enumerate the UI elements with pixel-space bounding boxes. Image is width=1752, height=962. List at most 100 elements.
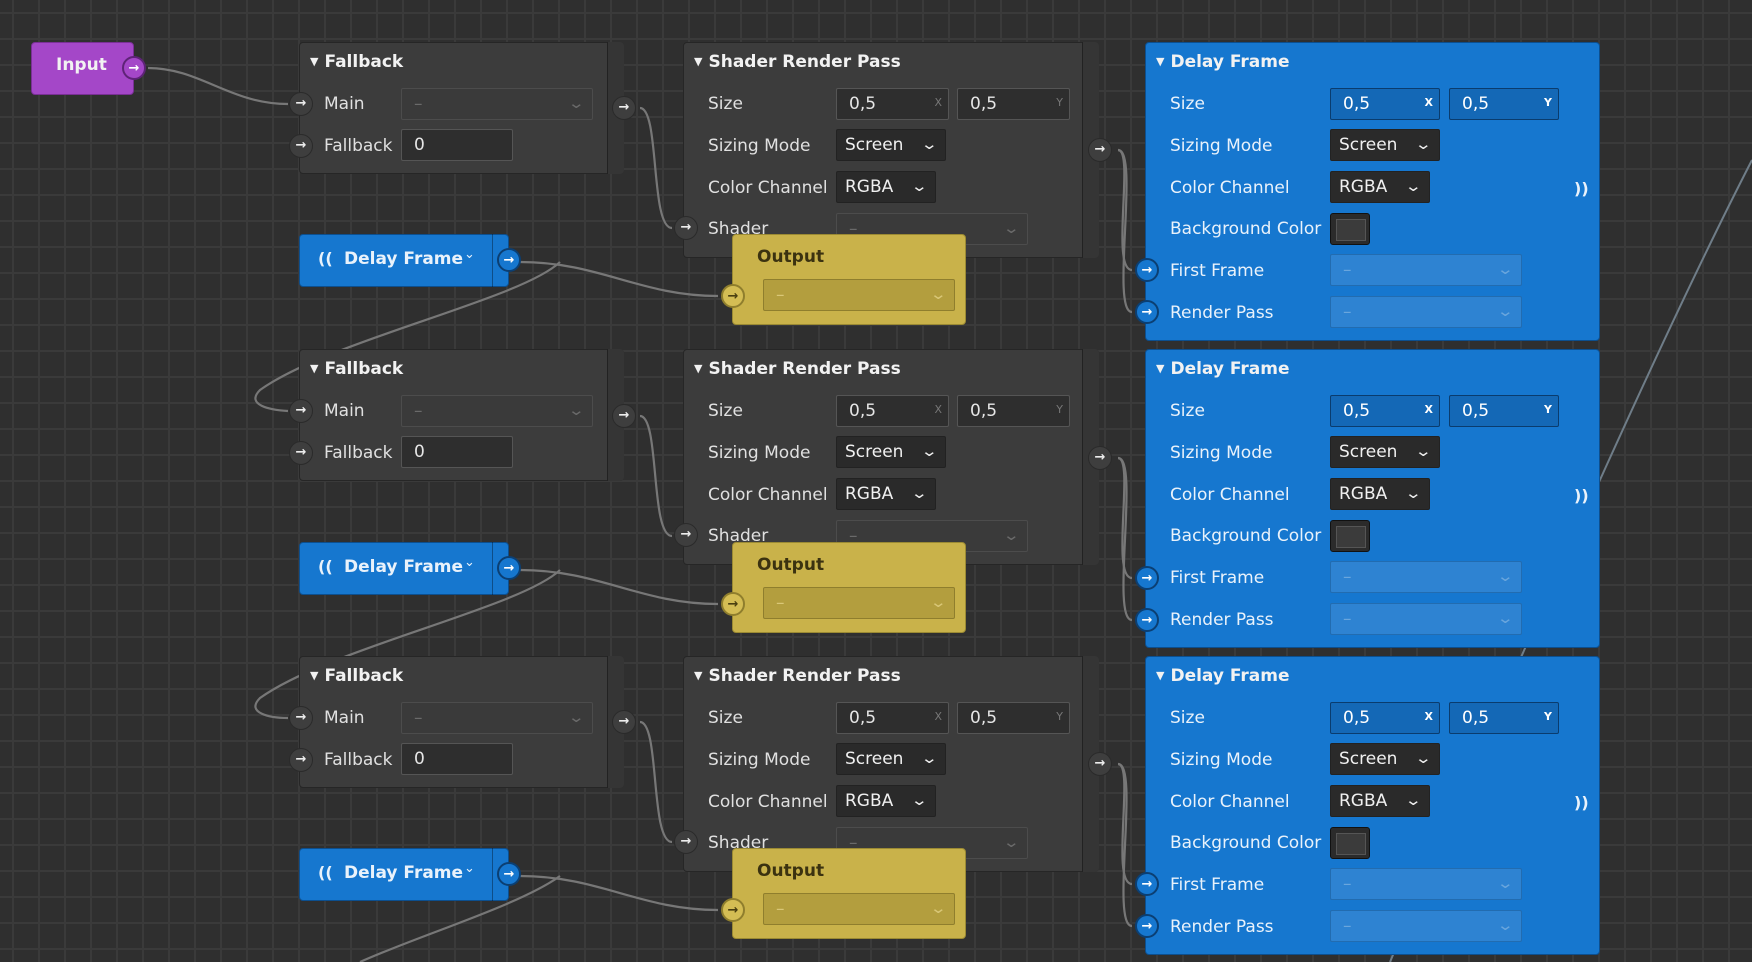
output-select[interactable]: – ⌄ xyxy=(763,893,955,925)
size-y-input[interactable]: 0,5 Y xyxy=(1449,702,1559,734)
render-pass-select[interactable]: – ⌄ xyxy=(1330,910,1522,942)
size-y-input[interactable]: 0,5 Y xyxy=(957,88,1070,120)
shader-input-port[interactable]: → xyxy=(674,523,698,547)
input-output-port[interactable]: → xyxy=(122,56,146,80)
fallback-main-input-port[interactable]: → xyxy=(289,399,313,423)
background-color-swatch[interactable] xyxy=(1330,827,1370,859)
color-channel-select[interactable]: RGBA ⌄ xyxy=(836,171,936,203)
render-pass-select[interactable]: – ⌄ xyxy=(1330,296,1522,328)
output-input-port[interactable]: → xyxy=(721,592,745,616)
fallback-node[interactable]: ▼ Fallback Main – ⌄ Fallback 0 xyxy=(299,42,624,174)
first-frame-input-port[interactable]: → xyxy=(1135,258,1159,282)
fallback-output-port[interactable]: → xyxy=(612,404,636,428)
collapse-caret-icon[interactable]: ▼ xyxy=(694,669,702,682)
main-select[interactable]: – ⌄ xyxy=(401,88,593,120)
render-pass-input-port[interactable]: → xyxy=(1135,914,1159,938)
fallback-output-port[interactable]: → xyxy=(612,96,636,120)
output-select[interactable]: – ⌄ xyxy=(763,279,955,311)
sizing-mode-select[interactable]: Screen ⌄ xyxy=(836,436,946,468)
fallback-value-input[interactable]: 0 xyxy=(401,129,513,161)
fallback-output-port[interactable]: → xyxy=(612,710,636,734)
sizing-mode-select[interactable]: Screen ⌄ xyxy=(836,129,946,161)
sizing-mode-select[interactable]: Screen ⌄ xyxy=(1330,743,1440,775)
output-node[interactable]: Output – ⌄ xyxy=(732,542,966,633)
fallback-node[interactable]: ▼ Fallback Main – ⌄ Fallback 0 xyxy=(299,349,624,481)
shader-output-port[interactable]: → xyxy=(1088,752,1112,776)
shader-output-port[interactable]: → xyxy=(1088,138,1112,162)
delay-pill-output-port[interactable]: → xyxy=(497,862,521,886)
size-x-input[interactable]: 0,5 X xyxy=(836,88,949,120)
delay-frame-pill[interactable]: (( Delay Frame ⌄ xyxy=(299,848,509,901)
delay-frame-pill[interactable]: (( Delay Frame ⌄ xyxy=(299,542,509,595)
size-y-input[interactable]: 0,5 Y xyxy=(1449,395,1559,427)
collapse-caret-icon[interactable]: ▼ xyxy=(1156,362,1164,375)
fallback-value-input[interactable]: 0 xyxy=(401,436,513,468)
collapse-caret-icon[interactable]: ▼ xyxy=(310,362,318,375)
color-channel-select[interactable]: RGBA ⌄ xyxy=(1330,478,1430,510)
shader-render-pass-node[interactable]: ▼ Shader Render Pass Size 0,5 X 0,5 Y Sizin… xyxy=(683,42,1099,258)
first-frame-select[interactable]: – ⌄ xyxy=(1330,254,1522,286)
fallback-main-input-port[interactable]: → xyxy=(289,92,313,116)
size-x-input[interactable]: 0,5 X xyxy=(1330,702,1440,734)
background-color-swatch[interactable] xyxy=(1330,213,1370,245)
collapse-caret-icon[interactable]: ▼ xyxy=(1156,669,1164,682)
chevron-down-icon[interactable]: ⌄ xyxy=(464,555,475,570)
background-color-swatch[interactable] xyxy=(1330,520,1370,552)
fallback-fallback-input-port[interactable]: → xyxy=(289,441,313,465)
chevron-down-icon[interactable]: ⌄ xyxy=(464,861,475,876)
render-pass-input-port[interactable]: → xyxy=(1135,608,1159,632)
color-channel-select[interactable]: RGBA ⌄ xyxy=(836,478,936,510)
first-frame-input-port[interactable]: → xyxy=(1135,566,1159,590)
output-node[interactable]: Output – ⌄ xyxy=(732,848,966,939)
shader-input-port[interactable]: → xyxy=(674,830,698,854)
delay-frame-node[interactable]: ▼ Delay Frame Size 0,5 X 0,5 Y Sizing Mode … xyxy=(1145,42,1600,341)
size-y-input[interactable]: 0,5 Y xyxy=(957,395,1070,427)
shader-output-port[interactable]: → xyxy=(1088,446,1112,470)
fallback-value-input[interactable]: 0 xyxy=(401,743,513,775)
output-input-port[interactable]: → xyxy=(721,284,745,308)
shader-render-pass-node[interactable]: ▼ Shader Render Pass Size 0,5 X 0,5 Y Sizin… xyxy=(683,349,1099,565)
delay-pill-output-port[interactable]: → xyxy=(497,556,521,580)
main-select[interactable]: – ⌄ xyxy=(401,702,593,734)
first-frame-select[interactable]: – ⌄ xyxy=(1330,868,1522,900)
size-x-input[interactable]: 0,5 X xyxy=(836,395,949,427)
fallback-main-input-port[interactable]: → xyxy=(289,706,313,730)
fallback-node[interactable]: ▼ Fallback Main – ⌄ Fallback 0 xyxy=(299,656,624,788)
delay-frame-pill[interactable]: (( Delay Frame ⌄ xyxy=(299,234,509,287)
sizing-mode-select[interactable]: Screen ⌄ xyxy=(836,743,946,775)
delay-frame-node[interactable]: ▼ Delay Frame Size 0,5 X 0,5 Y Sizing Mode … xyxy=(1145,656,1600,955)
input-node[interactable]: Input xyxy=(31,42,134,95)
output-node[interactable]: Output – ⌄ xyxy=(732,234,966,325)
collapse-caret-icon[interactable]: ▼ xyxy=(1156,55,1164,68)
size-x-input[interactable]: 0,5 X xyxy=(836,702,949,734)
collapse-caret-icon[interactable]: ▼ xyxy=(310,669,318,682)
color-channel-select[interactable]: RGBA ⌄ xyxy=(1330,171,1430,203)
render-pass-select[interactable]: – ⌄ xyxy=(1330,603,1522,635)
size-y-input[interactable]: 0,5 Y xyxy=(1449,88,1559,120)
output-select[interactable]: – ⌄ xyxy=(763,587,955,619)
arrow-icon: → xyxy=(503,561,515,576)
delay-frame-node[interactable]: ▼ Delay Frame Size 0,5 X 0,5 Y Sizing Mode … xyxy=(1145,349,1600,648)
fallback-fallback-input-port[interactable]: → xyxy=(289,748,313,772)
size-x-input[interactable]: 0,5 X xyxy=(1330,88,1440,120)
output-input-port[interactable]: → xyxy=(721,898,745,922)
shader-render-pass-node[interactable]: ▼ Shader Render Pass Size 0,5 X 0,5 Y Sizin… xyxy=(683,656,1099,872)
size-x-input[interactable]: 0,5 X xyxy=(1330,395,1440,427)
main-label: Main xyxy=(324,94,365,114)
collapse-caret-icon[interactable]: ▼ xyxy=(694,362,702,375)
shader-input-port[interactable]: → xyxy=(674,216,698,240)
sizing-mode-select[interactable]: Screen ⌄ xyxy=(1330,129,1440,161)
render-pass-input-port[interactable]: → xyxy=(1135,300,1159,324)
fallback-fallback-input-port[interactable]: → xyxy=(289,134,313,158)
main-select[interactable]: – ⌄ xyxy=(401,395,593,427)
color-channel-select[interactable]: RGBA ⌄ xyxy=(1330,785,1430,817)
size-y-input[interactable]: 0,5 Y xyxy=(957,702,1070,734)
delay-pill-output-port[interactable]: → xyxy=(497,248,521,272)
collapse-caret-icon[interactable]: ▼ xyxy=(310,55,318,68)
first-frame-input-port[interactable]: → xyxy=(1135,872,1159,896)
first-frame-select[interactable]: – ⌄ xyxy=(1330,561,1522,593)
color-channel-select[interactable]: RGBA ⌄ xyxy=(836,785,936,817)
chevron-down-icon[interactable]: ⌄ xyxy=(464,247,475,262)
sizing-mode-select[interactable]: Screen ⌄ xyxy=(1330,436,1440,468)
collapse-caret-icon[interactable]: ▼ xyxy=(694,55,702,68)
